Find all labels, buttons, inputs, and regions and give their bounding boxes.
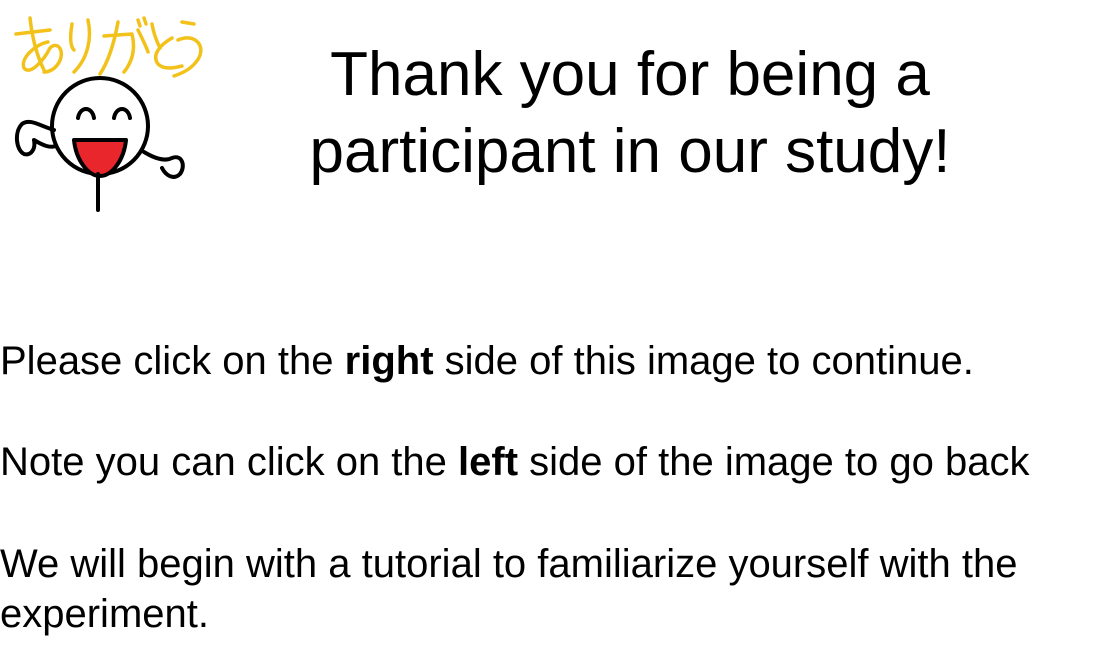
title-line-2: participant in our study! [309, 117, 951, 186]
back-instruction-suffix: side of the image to go back [518, 440, 1030, 484]
continue-instruction-prefix: Please click on the [0, 339, 345, 383]
back-direction-word: left [458, 440, 519, 484]
right-arm [142, 150, 185, 179]
continue-instruction-suffix: side of this image to continue. [433, 339, 974, 383]
continue-instruction: Please click on the right side of this i… [0, 336, 974, 386]
smiling-stick-figure-icon [14, 16, 203, 212]
thank-you-mascot [0, 0, 215, 215]
back-instruction: Note you can click on the left side of t… [0, 437, 1029, 487]
tutorial-notice: We will begin with a tutorial to familia… [0, 542, 1018, 636]
arigatou-handwritten-caption [14, 16, 203, 78]
title-line-1: Thank you for being a [330, 40, 930, 109]
left-arm [15, 119, 58, 157]
back-instruction-prefix: Note you can click on the [0, 440, 459, 484]
page-title: Thank you for being a participant in our… [250, 36, 1010, 190]
continue-direction-word: right [344, 339, 434, 383]
